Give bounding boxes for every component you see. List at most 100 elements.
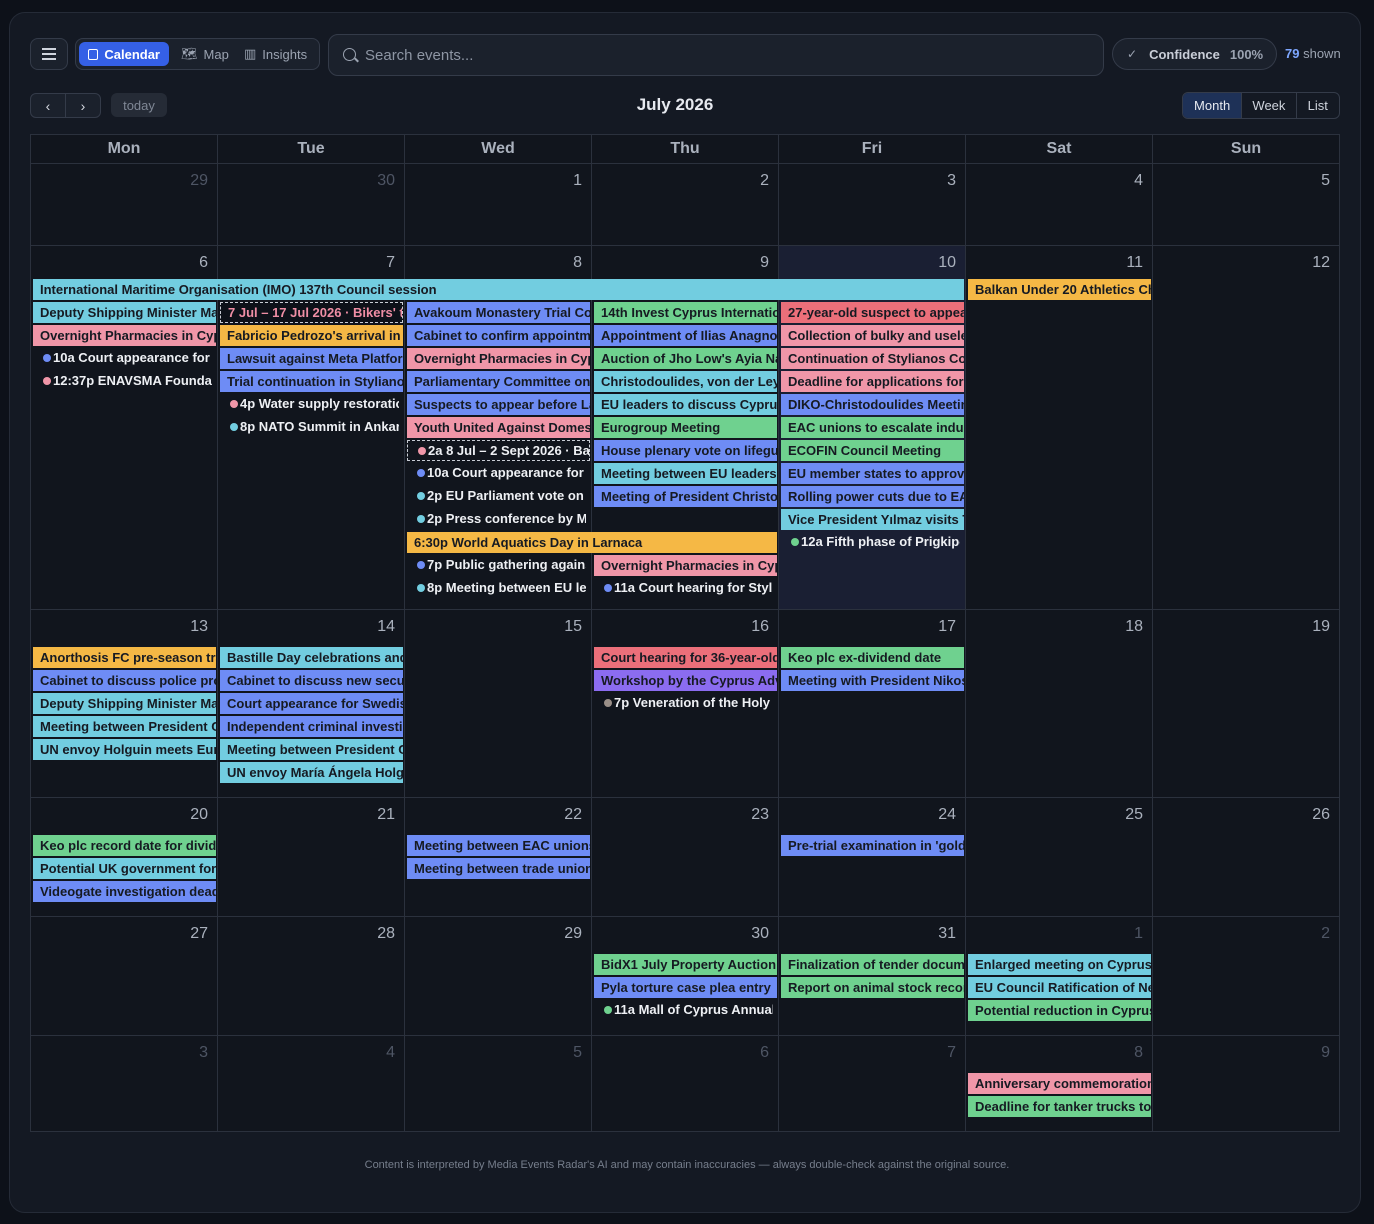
day-number[interactable]: 18 [966,618,1143,636]
day-number[interactable]: 26 [1153,806,1330,824]
event-chip[interactable]: Deadline for tanker trucks to stop [968,1096,1151,1117]
event-chip[interactable]: 27-year-old suspect to appear [781,302,964,323]
day-cell[interactable] [405,610,592,798]
event-chip[interactable]: Eurogroup Meeting [594,417,777,438]
event-chip[interactable]: Lawsuit against Meta Platforms [220,348,403,369]
event-chip[interactable]: 14th Invest Cyprus International Summit [594,302,777,323]
day-number[interactable]: 17 [779,618,956,636]
day-number[interactable]: 7 [779,1044,956,1062]
view-month-button[interactable]: Month [1183,93,1243,118]
event-chip[interactable]: Pyla torture case plea entry [594,977,777,998]
day-number[interactable]: 30 [218,172,395,190]
event-chip[interactable]: Meeting with President Nikos [781,670,964,691]
event-chip[interactable]: Meeting of President Christodoulides [594,486,777,507]
event-chip[interactable]: Anorthosis FC pre-season training [33,647,216,668]
tab-insights[interactable]: ▥ Insights [235,42,316,66]
day-number[interactable]: 2 [1153,925,1330,943]
event-chip[interactable]: Parliamentary Committee on Ethics [407,371,590,392]
day-cell[interactable] [966,246,1153,610]
day-number[interactable]: 3 [31,1044,208,1062]
event-chip[interactable]: Finalization of tender documents [781,954,964,975]
event-chip[interactable]: EU leaders to discuss Cyprus [594,394,777,415]
view-week-button[interactable]: Week [1242,93,1297,118]
confidence-filter[interactable]: ✓ Confidence 100% [1112,38,1277,70]
event-chip[interactable]: Keo plc record date for dividend [33,835,216,856]
event-chip[interactable]: Rolling power cuts due to EAC [781,486,964,507]
view-list-button[interactable]: List [1297,93,1339,118]
event-chip[interactable]: 7p Veneration of the Holy Relics [594,694,773,712]
event-chip[interactable]: Bastille Day celebrations and reception [220,647,403,668]
day-number[interactable]: 5 [405,1044,582,1062]
event-chip[interactable]: EU Council Ratification of New [968,977,1151,998]
event-chip[interactable]: Youth United Against Domestic Violence [407,417,590,438]
event-chip[interactable]: 4p Water supply restoration [220,395,399,413]
day-number[interactable]: 3 [779,172,956,190]
event-chip[interactable]: Deputy Shipping Minister Marina [33,693,216,714]
day-number[interactable]: 31 [779,925,956,943]
event-chip[interactable]: Cabinet to confirm appointment [407,325,590,346]
event-chip[interactable]: Meeting between EAC unions [407,835,590,856]
day-number[interactable]: 30 [592,925,769,943]
event-chip[interactable]: Keo plc ex-dividend date [781,647,964,668]
event-chip[interactable]: 7p Public gathering against [407,556,586,574]
event-chip[interactable]: 6:30p World Aquatics Day in Larnaca [407,532,777,553]
day-number[interactable]: 28 [218,925,395,943]
event-chip[interactable]: Deputy Shipping Minister Marina Hadjiman… [33,302,216,323]
event-chip[interactable]: Workshop by the Cyprus Advertisers [594,670,777,691]
event-chip[interactable]: Continuation of Stylianos Court [781,348,964,369]
event-chip[interactable]: Cabinet to discuss police protection [33,670,216,691]
event-chip[interactable]: 12a Fifth phase of Prigkipos [781,533,960,551]
day-cell[interactable] [779,610,966,798]
day-number[interactable]: 1 [966,925,1143,943]
event-chip[interactable]: Potential reduction in Cyprus fuel [968,1000,1151,1021]
day-number[interactable]: 10 [779,254,956,272]
event-chip[interactable]: Videogate investigation deadline [33,881,216,902]
event-chip[interactable]: BidX1 July Property Auction [594,954,777,975]
event-chip[interactable]: Appointment of Ilias Anagnostou [594,325,777,346]
event-chip[interactable]: Trial continuation in Stylianos case [220,371,403,392]
today-button[interactable]: today [111,93,167,117]
event-chip[interactable]: EU member states to approve [781,463,964,484]
event-chip[interactable]: 10a Court appearance for Aeri [33,349,212,367]
event-chip[interactable]: 12:37p ENAVSMA Foundation [33,372,212,390]
event-chip[interactable]: 2p EU Parliament vote on 1 [407,487,586,505]
day-number[interactable]: 4 [966,172,1143,190]
day-number[interactable]: 14 [218,618,395,636]
event-chip[interactable]: UN envoy Holguin meets European [33,739,216,760]
event-chip[interactable]: Overnight Pharmacies in Cyprus [594,555,777,576]
event-chip[interactable]: Meeting between EU leaders [594,463,777,484]
tab-map[interactable]: 🗺 Map [172,42,238,66]
event-chip[interactable]: Avakoum Monastery Trial Continuation [407,302,590,323]
event-chip[interactable]: Meeting between trade unions [407,858,590,879]
day-number[interactable]: 2 [592,172,769,190]
event-chip[interactable]: 2a 8 Jul – 2 Sept 2026 · Bathing [407,440,590,461]
day-number[interactable]: 16 [592,618,769,636]
event-chip[interactable]: Court appearance for Swedish [220,693,403,714]
event-chip[interactable]: EAC unions to escalate industrial [781,417,964,438]
event-chip[interactable]: Court hearing for 36-year-old [594,647,777,668]
day-number[interactable]: 19 [1153,618,1330,636]
event-chip[interactable]: Auction of Jho Low's Ayia Napa [594,348,777,369]
day-number[interactable]: 1 [405,172,582,190]
day-number[interactable]: 15 [405,618,582,636]
day-number[interactable]: 8 [966,1044,1143,1062]
day-number[interactable]: 29 [405,925,582,943]
prev-month-button[interactable]: ‹ [30,93,66,118]
event-chip[interactable]: 2p Press conference by MEP [407,510,586,528]
event-chip[interactable]: Overnight Pharmacies in Cyprus [33,325,216,346]
day-number[interactable]: 24 [779,806,956,824]
day-number[interactable]: 23 [592,806,769,824]
event-chip[interactable]: Christodoulides, von der Leyen [594,371,777,392]
day-number[interactable]: 6 [31,254,208,272]
event-chip[interactable]: Report on animal stock reconciliation [781,977,964,998]
event-chip[interactable]: UN envoy María Ángela Holguín [220,762,403,783]
event-chip[interactable]: House plenary vote on lifeguards [594,440,777,461]
day-cell[interactable] [966,610,1153,798]
day-number[interactable]: 25 [966,806,1143,824]
day-number[interactable]: 4 [218,1044,395,1062]
day-number[interactable]: 8 [405,254,582,272]
event-chip[interactable]: 8p NATO Summit in Ankara [220,418,399,436]
event-chip[interactable]: Overnight Pharmacies in Cyprus [407,348,590,369]
day-number[interactable]: 11 [966,254,1143,272]
event-chip[interactable]: Fabricio Pedrozo's arrival in Cyprus [220,325,403,346]
